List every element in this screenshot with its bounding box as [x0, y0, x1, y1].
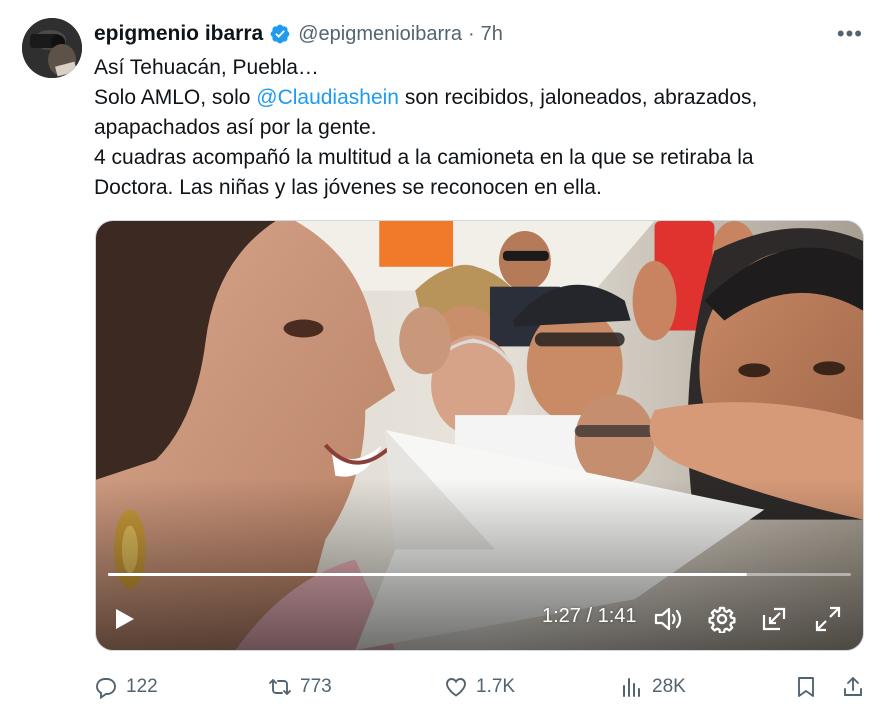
fullscreen-icon: [815, 606, 841, 632]
tweet-text: Así Tehuacán, Puebla… Solo AMLO, solo @C…: [94, 53, 834, 203]
fullscreen-button[interactable]: [814, 601, 842, 637]
author-avatar[interactable]: [22, 18, 82, 78]
repost-button[interactable]: 773: [268, 672, 332, 702]
verified-badge-icon: [269, 23, 291, 45]
views-icon: [623, 678, 640, 697]
picture-in-picture-icon: [762, 607, 786, 631]
text-segment: Solo AMLO, solo: [94, 86, 257, 109]
tweet-text-line: Doctora. Las niñas y las jóvenes se reco…: [94, 176, 602, 199]
settings-button[interactable]: [708, 601, 736, 637]
separator-dot: ·: [467, 22, 475, 45]
settings-icon: [708, 606, 736, 633]
reply-button[interactable]: 122: [94, 672, 158, 702]
avatar-image: [22, 18, 82, 78]
tweet-action-bar: 122 773 1.7K 28K: [94, 672, 869, 702]
repost-icon: [269, 679, 291, 695]
tweet-text-line: 4 cuadras acompañó la multitud a la cami…: [94, 146, 754, 169]
reply-count: 122: [126, 676, 158, 697]
video-time-readout: 1:27 / 1:41: [542, 605, 637, 628]
tweet-text-line: apapachados así por la gente.: [94, 116, 377, 139]
like-button[interactable]: 1.7K: [444, 672, 515, 702]
tweet-header: epigmenio ibarra @epigmenioibarra · 7h: [94, 20, 503, 48]
author-handle[interactable]: @epigmenioibarra: [298, 23, 462, 46]
video-player[interactable]: 1:27 / 1:41: [95, 220, 864, 651]
like-count: 1.7K: [476, 676, 516, 697]
bookmark-icon: [798, 677, 814, 697]
text-segment: son recibidos, jaloneados, abrazados,: [398, 86, 758, 109]
mention-link[interactable]: @Claudiashein: [256, 86, 399, 109]
reply-icon: [96, 678, 116, 699]
tweet-text-line: Solo AMLO, solo @Claudiashein son recibi…: [94, 83, 834, 113]
tweet-text-line: Así Tehuacán, Puebla…: [94, 56, 319, 79]
video-progress-bar[interactable]: [108, 573, 851, 576]
play-button[interactable]: [114, 601, 136, 637]
video-frame: [96, 221, 863, 650]
views-button[interactable]: 28K: [620, 672, 686, 702]
video-progress-fill: [108, 573, 747, 576]
volume-icon: [654, 607, 682, 631]
repost-count: 773: [300, 676, 332, 697]
author-display-name[interactable]: epigmenio ibarra: [94, 22, 263, 46]
views-count: 28K: [652, 676, 686, 697]
share-button[interactable]: [841, 672, 865, 702]
picture-in-picture-button[interactable]: [760, 601, 788, 637]
more-options-icon[interactable]: •••: [837, 23, 863, 45]
tweet-timestamp[interactable]: 7h: [481, 23, 503, 46]
bookmark-button[interactable]: [794, 672, 818, 702]
share-icon: [844, 677, 862, 696]
video-duration: 1:41: [597, 605, 637, 627]
video-time-separator: /: [586, 605, 593, 627]
like-icon: [446, 678, 466, 697]
volume-button[interactable]: [654, 601, 684, 637]
play-icon: [116, 609, 134, 629]
video-current-time: 1:27: [542, 605, 581, 627]
